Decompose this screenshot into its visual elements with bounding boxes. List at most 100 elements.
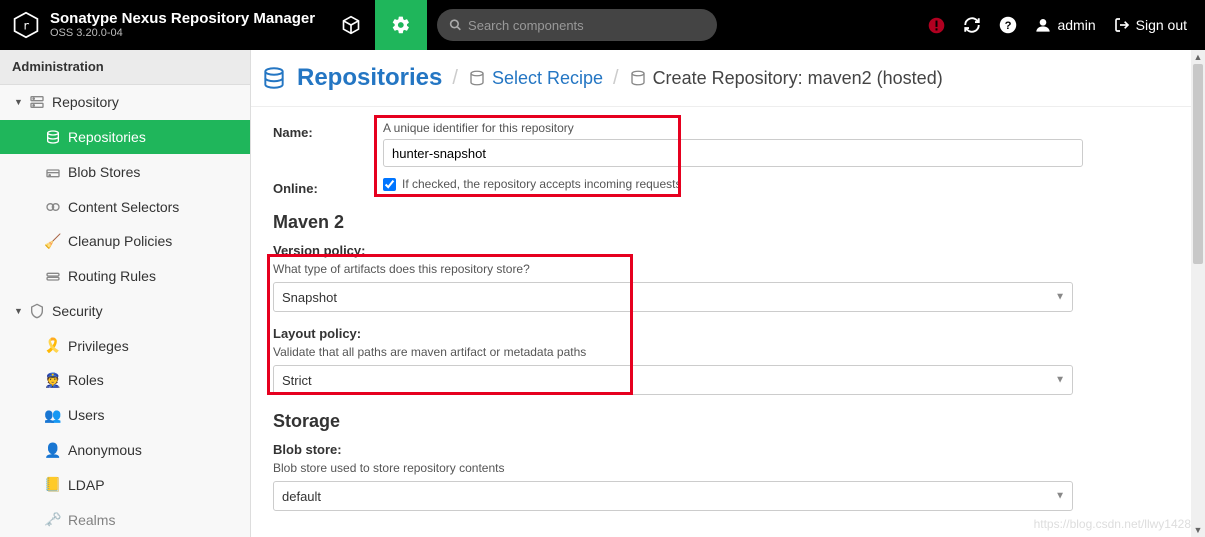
chevron-down-icon: ▼ [1055,292,1065,303]
health-status-icon[interactable] [927,16,945,34]
browse-button[interactable] [327,0,375,50]
admin-button[interactable] [375,0,427,50]
sidebar-item-anonymous[interactable]: 👤 Anonymous [0,433,250,468]
search-box[interactable] [437,9,717,41]
crumb-repositories[interactable]: Repositories [297,64,442,92]
sidebar-item-realms[interactable]: 🗝️ Realms [0,502,250,537]
header-right: ? admin Sign out [927,16,1205,34]
logo-icon: r [12,11,40,39]
user-menu[interactable]: admin [1035,17,1095,33]
sidebar-item-roles[interactable]: 👮 Roles [0,363,250,398]
online-help: If checked, the repository accepts incom… [402,177,681,191]
layout-policy-help: Validate that all paths are maven artifa… [273,345,1175,359]
sidebar: Administration ▼ Repository Repositories… [0,50,251,537]
layout-policy-label: Layout policy: [273,326,1175,341]
sidebar-group-label: Security [52,303,103,319]
online-checkbox-row[interactable]: If checked, the repository accepts incom… [383,177,1175,191]
user-label: admin [1057,17,1095,33]
book-icon: 📒 [42,476,64,493]
sidebar-item-label: Anonymous [68,442,142,458]
blob-store-label: Blob store: [273,442,1175,457]
sidebar-item-cleanup-policies[interactable]: 🧹 Cleanup Policies [0,224,250,259]
crumb-select-recipe[interactable]: Select Recipe [468,68,603,89]
sidebar-item-repositories[interactable]: Repositories [0,120,250,155]
signout-button[interactable]: Sign out [1114,17,1187,33]
sidebar-item-users[interactable]: 👥 Users [0,398,250,433]
users-icon: 👥 [42,407,64,424]
sidebar-item-content-selectors[interactable]: Content Selectors [0,189,250,224]
scroll-down-icon[interactable]: ▼ [1191,523,1205,537]
online-label: Online: [273,177,383,196]
scroll-up-icon[interactable]: ▲ [1191,50,1205,64]
search-input[interactable] [468,18,705,33]
layout-policy-select[interactable]: Strict ▼ [273,365,1073,395]
sidebar-item-blob-stores[interactable]: Blob Stores [0,154,250,189]
sidebar-item-label: Content Selectors [68,199,179,215]
svg-text:r: r [23,18,30,32]
main-area: Repositories / Select Recipe / Create Re… [251,50,1205,537]
sidebar-item-label: Roles [68,372,104,388]
app-header: r Sonatype Nexus Repository Manager OSS … [0,0,1205,50]
disk-icon [42,164,64,180]
sidebar-item-label: Realms [68,512,115,528]
form-content: Name: A unique identifier for this repos… [251,107,1205,537]
user-icon [1035,17,1051,33]
sidebar-item-ldap[interactable]: 📒 LDAP [0,467,250,502]
sidebar-item-label: Cleanup Policies [68,233,172,249]
route-icon [42,268,64,284]
svg-text:?: ? [1005,20,1012,32]
search-icon [449,18,462,32]
realms-icon: 🗝️ [42,511,64,528]
repositories-icon [261,65,287,91]
scrollbar[interactable]: ▲ ▼ [1191,50,1205,537]
database-icon [468,69,486,87]
signout-label: Sign out [1136,17,1187,33]
sidebar-title: Administration [0,50,250,85]
product-title: Sonatype Nexus Repository Manager [50,11,315,28]
sidebar-group-label: Repository [52,94,119,110]
version-policy-help: What type of artifacts does this reposit… [273,262,1175,276]
section-maven2: Maven 2 [273,212,1175,233]
scroll-thumb[interactable] [1193,64,1203,264]
ribbon-icon: 🎗️ [42,337,64,354]
anon-icon: 👤 [42,442,64,459]
crumb-current: Create Repository: maven2 (hosted) [629,68,943,89]
version-policy-select[interactable]: Snapshot ▼ [273,282,1073,312]
caret-down-icon: ▼ [14,306,26,316]
tags-icon [42,199,64,215]
sidebar-item-privileges[interactable]: 🎗️ Privileges [0,328,250,363]
sidebar-item-label: Privileges [68,338,129,354]
sidebar-item-routing-rules[interactable]: Routing Rules [0,259,250,294]
blob-store-help: Blob store used to store repository cont… [273,461,1175,475]
name-help: A unique identifier for this repository [383,121,1175,135]
online-checkbox[interactable] [383,178,396,191]
disks-icon [42,129,64,145]
signout-icon [1114,17,1130,33]
crumb-sep: / [613,67,619,90]
refresh-icon[interactable] [963,16,981,34]
sidebar-item-label: Routing Rules [68,268,156,284]
crumb-sep: / [452,67,458,90]
chevron-down-icon: ▼ [1055,375,1065,386]
sidebar-item-label: Users [68,407,105,423]
sidebar-item-label: Blob Stores [68,164,140,180]
shield-icon [26,303,48,319]
sidebar-item-label: LDAP [68,477,105,493]
name-label: Name: [273,121,383,140]
breadcrumb: Repositories / Select Recipe / Create Re… [251,50,1205,107]
logo-area: r Sonatype Nexus Repository Manager OSS … [0,0,327,50]
section-storage: Storage [273,411,1175,432]
version-policy-label: Version policy: [273,243,1175,258]
broom-icon: 🧹 [42,233,64,250]
product-version: OSS 3.20.0-04 [50,27,315,39]
badge-icon: 👮 [42,372,64,389]
blob-store-select[interactable]: default ▼ [273,481,1073,511]
caret-down-icon: ▼ [14,97,26,107]
sidebar-group-security[interactable]: ▼ Security [0,294,250,329]
chevron-down-icon: ▼ [1055,491,1065,502]
sidebar-item-label: Repositories [68,129,146,145]
sidebar-group-repository[interactable]: ▼ Repository [0,85,250,120]
help-icon[interactable]: ? [999,16,1017,34]
database-icon [629,69,647,87]
name-input[interactable] [383,139,1083,167]
